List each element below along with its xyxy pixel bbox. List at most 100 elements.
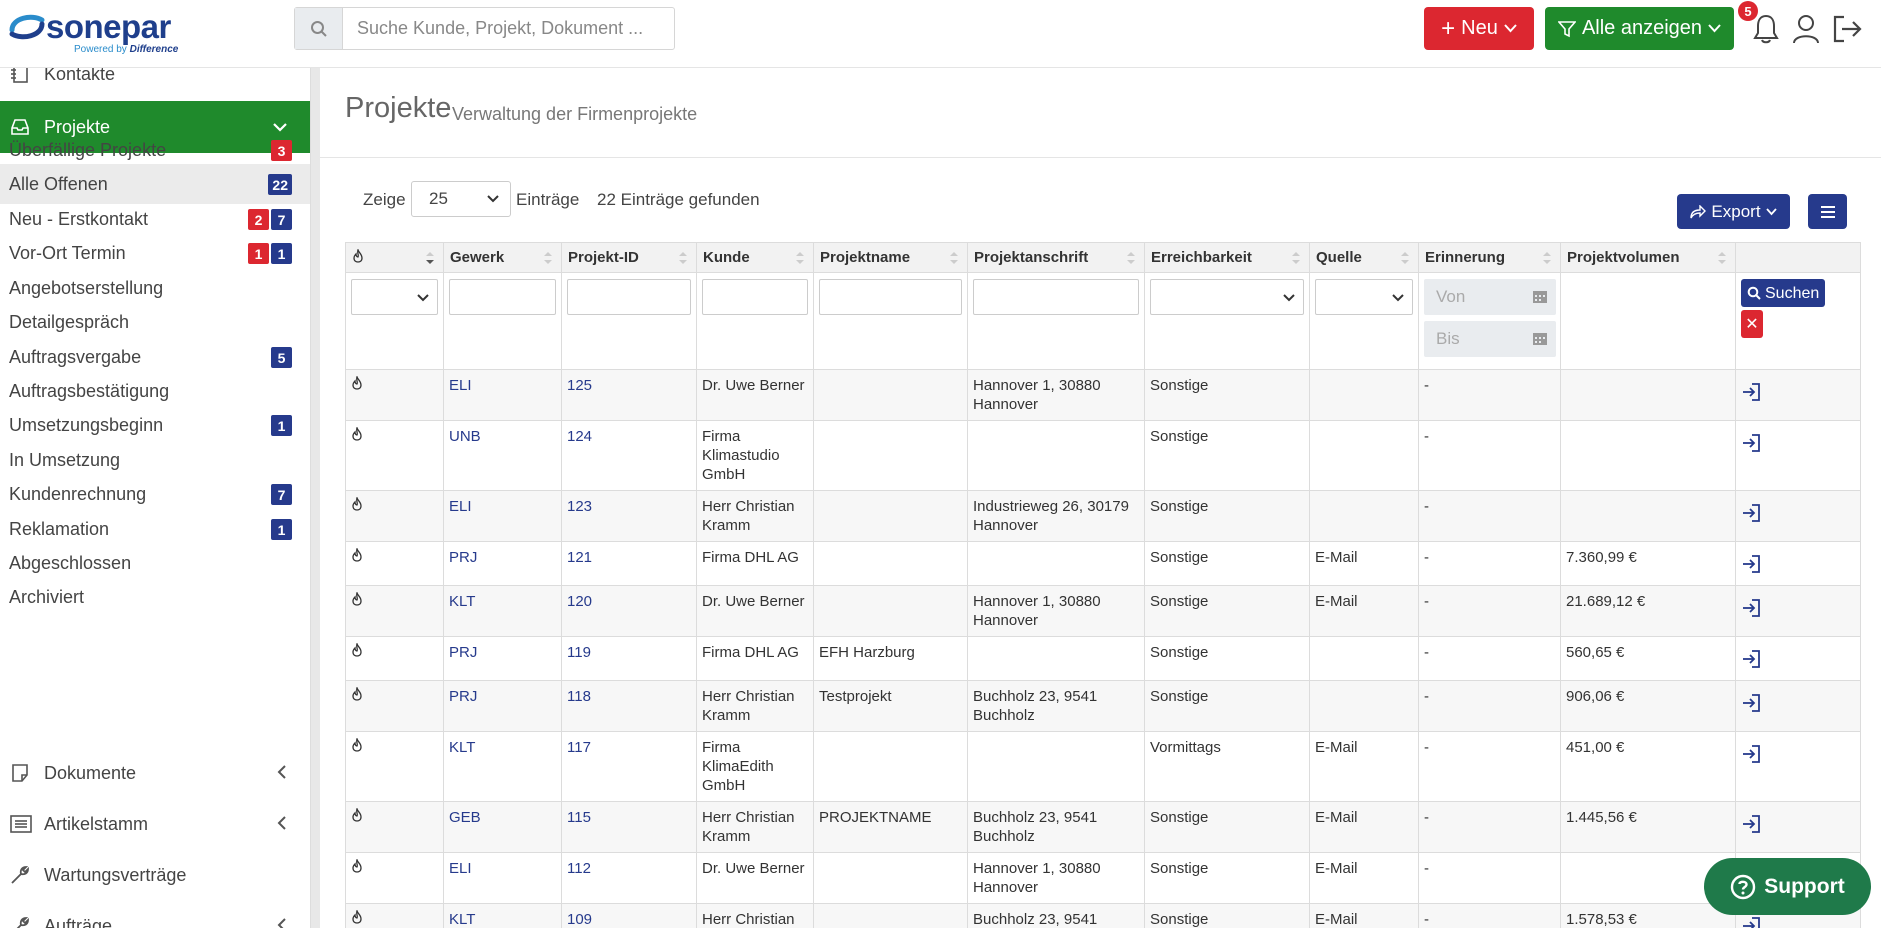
- sidebar-item-contacts[interactable]: Kontakte: [0, 68, 310, 94]
- cell-id[interactable]: 115: [561, 801, 697, 853]
- cell-gewerk[interactable]: UNB: [443, 420, 562, 491]
- sidebar-subitem[interactable]: Detailgespräch: [0, 302, 310, 342]
- filter-status-select[interactable]: [351, 279, 438, 315]
- cell-gewerk[interactable]: PRJ: [443, 541, 562, 586]
- search-icon[interactable]: [295, 8, 343, 49]
- user-icon[interactable]: [1789, 10, 1823, 48]
- cell-id[interactable]: 125: [561, 369, 697, 421]
- page-length-select[interactable]: 25: [411, 181, 511, 217]
- cell-id[interactable]: 121: [561, 541, 697, 586]
- column-header[interactable]: Gewerk: [443, 242, 562, 273]
- cell-id[interactable]: 118: [561, 680, 697, 732]
- filter-name-input[interactable]: [819, 279, 962, 315]
- table-row[interactable]: ELI 112 Dr. Uwe Berner Hannover 1, 30880 Ha…: [345, 852, 1861, 904]
- table-row[interactable]: ELI 125 Dr. Uwe Berner Hannover 1, 30880 Ha…: [345, 369, 1861, 421]
- filter-button-label: Alle anzeigen: [1581, 17, 1703, 39]
- cell-gewerk[interactable]: GEB: [443, 801, 562, 853]
- brand-logo[interactable]: sonepar Powered by Difference: [8, 6, 208, 58]
- column-header[interactable]: Projektname: [813, 242, 968, 273]
- sidebar-scrollbar[interactable]: [310, 68, 320, 928]
- count-badge: 22: [268, 174, 292, 195]
- sidebar-item-documents[interactable]: Dokumente: [0, 753, 310, 793]
- table-row[interactable]: UNB 124 Firma Klimastudio GmbH Sonstige -: [345, 420, 1861, 491]
- filter-erinnerung-cell: Von Bis: [1418, 272, 1561, 370]
- cell-volumen: [1560, 369, 1736, 421]
- cell-gewerk[interactable]: ELI: [443, 490, 562, 542]
- column-menu-button[interactable]: [1808, 194, 1847, 229]
- cell-id[interactable]: 124: [561, 420, 697, 491]
- column-header[interactable]: Projekt-ID: [561, 242, 697, 273]
- cell-id[interactable]: 117: [561, 731, 697, 802]
- column-header-status[interactable]: [345, 242, 444, 273]
- open-project-icon[interactable]: [1741, 554, 1761, 574]
- filter-quelle-select[interactable]: [1315, 279, 1413, 315]
- sidebar-item-maintenance[interactable]: Wartungsverträge: [0, 855, 310, 895]
- cell-gewerk[interactable]: KLT: [443, 585, 562, 637]
- column-header[interactable]: Projektanschrift: [967, 242, 1145, 273]
- column-header[interactable]: Kunde: [696, 242, 814, 273]
- cell-id[interactable]: 109: [561, 903, 697, 928]
- filter-gewerk-input[interactable]: [449, 279, 556, 315]
- status-cell: [345, 731, 444, 802]
- table-row[interactable]: PRJ 119 Firma DHL AG EFH Harzburg Sonstige -5…: [345, 636, 1861, 681]
- flame-icon: [352, 374, 362, 390]
- filter-id-input[interactable]: [567, 279, 691, 315]
- search-filter-button[interactable]: Suchen: [1741, 279, 1826, 307]
- column-header[interactable]: Quelle: [1309, 242, 1419, 273]
- cell-kunde: Herr Christian Kramm: [696, 801, 814, 853]
- filter-anschrift-input[interactable]: [973, 279, 1139, 315]
- column-header[interactable]: Projektvolumen: [1560, 242, 1736, 273]
- cell-id[interactable]: 120: [561, 585, 697, 637]
- status-cell: [345, 369, 444, 421]
- filter-kunde-input[interactable]: [702, 279, 808, 315]
- filter-erreichbarkeit-select[interactable]: [1150, 279, 1304, 315]
- export-button[interactable]: Export: [1677, 194, 1790, 229]
- column-header[interactable]: Erinnerung: [1418, 242, 1561, 273]
- sidebar-subitem[interactable]: Umsetzungsbeginn 1: [0, 405, 310, 445]
- sidebar-subitem[interactable]: Vor-Ort Termin 1 1: [0, 233, 310, 273]
- cell-gewerk[interactable]: KLT: [443, 731, 562, 802]
- logout-icon[interactable]: [1830, 10, 1864, 48]
- cell-gewerk[interactable]: KLT: [443, 903, 562, 928]
- cell-id[interactable]: 112: [561, 852, 697, 904]
- filter-date-from[interactable]: Von: [1424, 279, 1556, 315]
- table-row[interactable]: PRJ 118 Herr Christian Kramm Testprojekt Buc…: [345, 680, 1861, 732]
- table-row[interactable]: ELI 123 Herr Christian Kramm Industrieweg 2…: [345, 490, 1861, 542]
- filter-icon: [1557, 20, 1576, 37]
- open-project-icon[interactable]: [1741, 503, 1761, 523]
- sidebar-subitem[interactable]: Alle Offenen 22: [0, 164, 310, 204]
- open-project-icon[interactable]: [1741, 744, 1761, 764]
- table-row[interactable]: KLT109Herr Christian Kramm Buchholz 23, 9…: [345, 903, 1861, 928]
- table-row[interactable]: KLT 117 Firma KlimaEdith GmbH Vormittags E-M…: [345, 731, 1861, 802]
- filter-date-to[interactable]: Bis: [1424, 321, 1556, 357]
- cell-gewerk[interactable]: ELI: [443, 369, 562, 421]
- cell-quelle: E-Mail: [1309, 585, 1419, 637]
- filter-button[interactable]: Alle anzeigen: [1545, 7, 1734, 50]
- sidebar-subitem-label: Auftragsbestätigung: [9, 380, 170, 401]
- cell-gewerk[interactable]: PRJ: [443, 636, 562, 681]
- cell-id[interactable]: 123: [561, 490, 697, 542]
- table-row[interactable]: GEB 115 Herr Christian Kramm PROJEKTNAME Buc…: [345, 801, 1861, 853]
- open-project-icon[interactable]: [1741, 814, 1761, 834]
- sidebar-item-orders[interactable]: Aufträge: [0, 906, 310, 928]
- open-project-icon[interactable]: [1741, 649, 1761, 669]
- open-project-icon[interactable]: [1741, 433, 1761, 453]
- cell-id[interactable]: 119: [561, 636, 697, 681]
- open-project-icon[interactable]: [1741, 693, 1761, 713]
- open-project-icon[interactable]: [1741, 598, 1761, 618]
- cell-gewerk[interactable]: ELI: [443, 852, 562, 904]
- new-button[interactable]: + Neu: [1424, 7, 1534, 50]
- column-header[interactable]: Erreichbarkeit: [1144, 242, 1310, 273]
- open-project-icon[interactable]: [1741, 916, 1761, 928]
- search-input[interactable]: [343, 8, 674, 49]
- clear-filter-button[interactable]: ✕: [1741, 310, 1763, 338]
- open-project-icon[interactable]: [1741, 382, 1761, 402]
- table-row[interactable]: KLT 120 Dr. Uwe Berner Hannover 1, 30880 Ha…: [345, 585, 1861, 637]
- sidebar-subitem[interactable]: Archiviert: [0, 577, 310, 617]
- sidebar-item-label: Wartungsverträge: [44, 864, 187, 885]
- sidebar-subitem[interactable]: Kundenrechnung 7: [0, 474, 310, 514]
- table-row[interactable]: PRJ 121 Firma DHL AG Sonstige E-Mail -7.360,9…: [345, 541, 1861, 586]
- support-button[interactable]: Support: [1704, 858, 1871, 915]
- sidebar-item-articles[interactable]: Artikelstamm: [0, 804, 310, 844]
- cell-gewerk[interactable]: PRJ: [443, 680, 562, 732]
